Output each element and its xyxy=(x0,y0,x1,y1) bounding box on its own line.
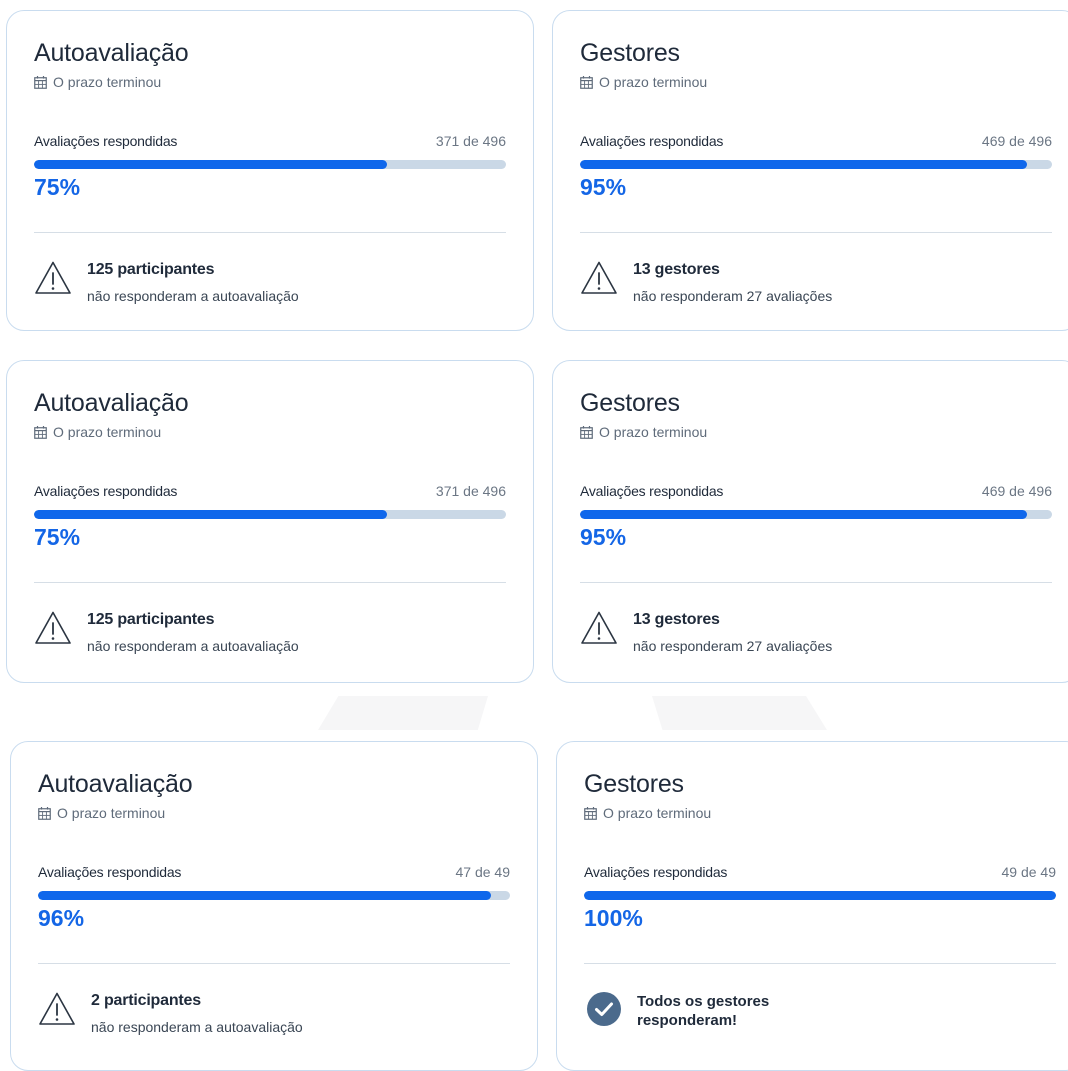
card-gestores: Gestores O prazo terminou Avaliações res… xyxy=(552,10,1068,331)
deadline-text: O prazo terminou xyxy=(53,424,162,440)
card-autoavaliacao: Autoavaliação O prazo terminou Avaliaçõe… xyxy=(6,10,534,331)
divider xyxy=(38,963,510,964)
card-gestores: Gestores O prazo terminou Avaliações res… xyxy=(556,741,1068,1071)
progress-percent: 95% xyxy=(580,174,627,200)
divider xyxy=(584,963,1056,964)
status-main: 2 participantes xyxy=(91,992,201,1009)
progress-bar xyxy=(34,510,506,519)
progress-bar xyxy=(580,160,1052,169)
status-main: 13 gestores xyxy=(633,261,720,278)
progress-percent: 75% xyxy=(34,174,81,200)
progress-bar xyxy=(34,160,506,169)
deadline-status: O prazo terminou xyxy=(580,424,707,440)
deadline-status: O prazo terminou xyxy=(584,805,711,821)
divider xyxy=(34,232,506,233)
calendar-icon xyxy=(580,75,593,89)
card-title: Gestores xyxy=(584,770,684,798)
card-autoavaliacao: Autoavaliação O prazo terminou Avaliaçõe… xyxy=(6,360,534,683)
card-title: Autoavaliação xyxy=(34,389,189,417)
deadline-status: O prazo terminou xyxy=(34,424,161,440)
progress-fill xyxy=(34,160,388,169)
progress-bar xyxy=(38,891,510,900)
status-main: 125 participantes xyxy=(87,611,215,628)
calendar-icon xyxy=(34,75,47,89)
status-main: 13 gestores xyxy=(633,611,720,628)
progress-count: 469 de 496 xyxy=(981,483,1052,499)
warning-icon xyxy=(35,261,71,294)
progress-count: 47 de 49 xyxy=(455,864,511,880)
progress-percent: 96% xyxy=(38,905,85,931)
status-main: 125 participantes xyxy=(87,261,215,278)
calendar-icon xyxy=(34,425,47,439)
progress-bar xyxy=(584,891,1056,900)
warning-icon xyxy=(581,611,617,644)
progress-label: Avaliações respondidas xyxy=(580,133,724,149)
status-sub: não responderam 27 avaliações xyxy=(633,288,833,304)
deadline-text: O prazo terminou xyxy=(57,805,166,821)
progress-percent: 100% xyxy=(584,905,643,931)
card-title: Autoavaliação xyxy=(38,770,193,798)
card-title: Gestores xyxy=(580,389,680,417)
status-main: Todos os gestores responderam! xyxy=(637,992,769,1030)
divider xyxy=(580,232,1052,233)
progress-label: Avaliações respondidas xyxy=(34,133,178,149)
deadline-status: O prazo terminou xyxy=(34,74,161,90)
progress-fill xyxy=(38,891,492,900)
card-gestores: Gestores O prazo terminou Avaliações res… xyxy=(552,360,1068,683)
progress-label: Avaliações respondidas xyxy=(580,483,724,499)
calendar-icon xyxy=(38,806,51,820)
progress-percent: 95% xyxy=(580,524,627,550)
status-main-line: Todos os gestores xyxy=(637,993,770,1010)
deadline-text: O prazo terminou xyxy=(53,74,162,90)
deadline-text: O prazo terminou xyxy=(599,74,708,90)
card-title: Autoavaliação xyxy=(34,39,189,67)
progress-fill xyxy=(584,891,1056,900)
card-autoavaliacao: Autoavaliação O prazo terminou Avaliaçõe… xyxy=(10,741,538,1071)
divider xyxy=(34,582,506,583)
progress-fill xyxy=(34,510,388,519)
status-sub: não responderam a autoavaliação xyxy=(87,288,299,304)
progress-percent: 75% xyxy=(34,524,81,550)
progress-count: 371 de 496 xyxy=(435,133,506,149)
progress-fill xyxy=(580,510,1027,519)
progress-fill xyxy=(580,160,1027,169)
deadline-status: O prazo terminou xyxy=(38,805,165,821)
deadline-text: O prazo terminou xyxy=(599,424,708,440)
warning-icon xyxy=(39,992,75,1025)
progress-bar xyxy=(580,510,1052,519)
divider xyxy=(580,582,1052,583)
background-shape-right xyxy=(652,696,827,730)
calendar-icon xyxy=(580,425,593,439)
status-main-line: responderam! xyxy=(637,1012,738,1029)
calendar-icon xyxy=(584,806,597,820)
card-title: Gestores xyxy=(580,39,680,67)
check-circle-icon xyxy=(587,992,621,1026)
progress-label: Avaliações respondidas xyxy=(38,864,182,880)
background-shape-left xyxy=(318,696,488,730)
progress-count: 469 de 496 xyxy=(981,133,1052,149)
deadline-text: O prazo terminou xyxy=(603,805,712,821)
warning-icon xyxy=(581,261,617,294)
progress-count: 371 de 496 xyxy=(435,483,506,499)
status-sub: não responderam a autoavaliação xyxy=(87,638,299,654)
status-sub: não responderam a autoavaliação xyxy=(91,1019,303,1035)
progress-count: 49 de 49 xyxy=(1001,864,1057,880)
deadline-status: O prazo terminou xyxy=(580,74,707,90)
status-sub: não responderam 27 avaliações xyxy=(633,638,833,654)
warning-icon xyxy=(35,611,71,644)
progress-label: Avaliações respondidas xyxy=(584,864,728,880)
progress-label: Avaliações respondidas xyxy=(34,483,178,499)
